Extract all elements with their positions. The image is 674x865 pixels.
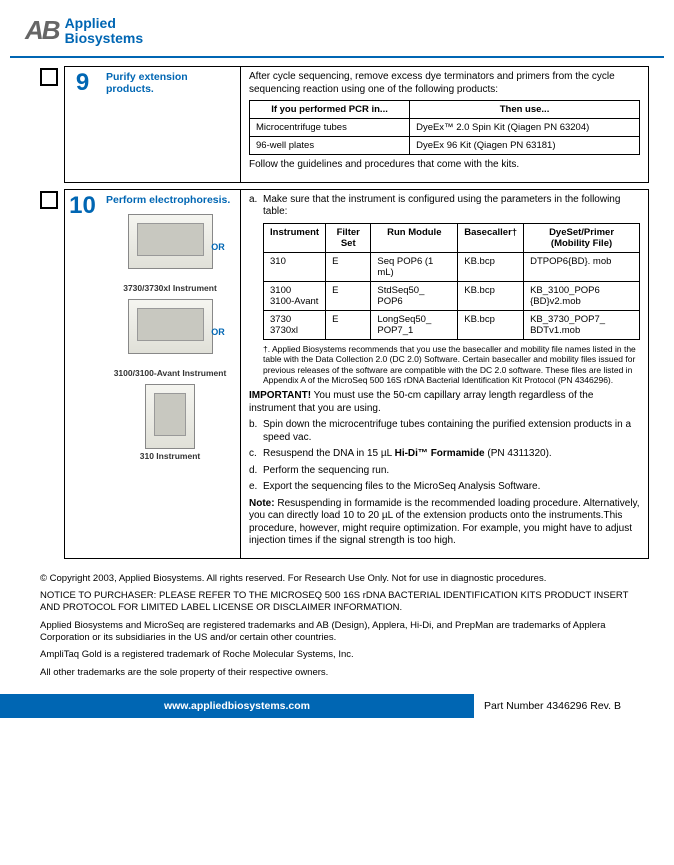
caption-3730: 3730/3730xl Instrument: [106, 283, 234, 293]
step-10-c: Resuspend the DNA in 15 µL Hi-Di™ Formam…: [263, 448, 552, 461]
step-10-d: Perform the sequencing run.: [263, 465, 389, 478]
td: 3100 3100-Avant: [264, 281, 326, 310]
step-9-number: 9: [64, 66, 100, 183]
caption-3100: 3100/3100-Avant Instrument: [106, 368, 234, 378]
step-9-table: If you performed PCR in... Then use... M…: [249, 100, 640, 155]
notice: NOTICE TO PURCHASER: PLEASE REFER TO THE…: [40, 590, 649, 615]
step-9-intro: After cycle sequencing, remove excess dy…: [249, 71, 640, 96]
th-dye: DyeSet/Primer (Mobility File): [524, 223, 640, 252]
logo: AB Applied Biosystems: [25, 15, 143, 46]
td: DyeEx™ 2.0 Spin Kit (Qiagen PN 63204): [410, 119, 640, 137]
td: Microcentrifuge tubes: [250, 119, 410, 137]
th-filter: Filter Set: [326, 223, 371, 252]
th-pcr: If you performed PCR in...: [250, 101, 410, 119]
important-note: IMPORTANT! You must use the 50-cm capill…: [249, 390, 640, 415]
step-9-outro: Follow the guidelines and procedures tha…: [249, 159, 640, 172]
step-9-checkbox[interactable]: [40, 68, 58, 86]
footer-url: www.appliedbiosystems.com: [0, 694, 474, 718]
step-10-body: a.Make sure that the instrument is confi…: [240, 189, 649, 559]
td: LongSeq50_ POP7_1: [371, 310, 458, 339]
step-10-a: Make sure that the instrument is configu…: [263, 194, 640, 219]
instrument-310-image: 310 Instrument: [106, 384, 234, 461]
step-10-checkbox[interactable]: [40, 191, 58, 209]
or-label: OR: [211, 327, 225, 337]
footer-part-number: Part Number 4346296 Rev. B: [474, 694, 674, 718]
divider: [10, 56, 664, 58]
td: E: [326, 252, 371, 281]
step-9-title: Purify extension products.: [100, 66, 240, 183]
step-10-title-text: Perform electrophoresis.: [106, 194, 230, 206]
td: Seq POP6 (1 mL): [371, 252, 458, 281]
td: KB.bcp: [458, 281, 524, 310]
td: KB_3100_POP6 {BD}v2.mob: [524, 281, 640, 310]
td: 96-well plates: [250, 137, 410, 155]
logo-mark: AB: [25, 15, 59, 46]
or-label: OR: [211, 242, 225, 252]
copyright: © Copyright 2003, Applied Biosystems. Al…: [40, 573, 649, 585]
legal-block: © Copyright 2003, Applied Biosystems. Al…: [0, 573, 674, 694]
td: StdSeq50_ POP6: [371, 281, 458, 310]
header: AB Applied Biosystems: [0, 0, 674, 56]
step-10-note: Note: Resuspending in formamide is the r…: [249, 498, 640, 548]
td: 3730 3730xl: [264, 310, 326, 339]
step-9-row: 9 Purify extension products. After cycle…: [40, 66, 649, 183]
dagger-note: †. Applied Biosystems recommends that yo…: [263, 344, 640, 387]
step-10-number: 10: [64, 189, 100, 559]
trademarks-3: All other trademarks are the sole proper…: [40, 667, 649, 679]
electrophoresis-table: Instrument Filter Set Run Module Basecal…: [263, 223, 640, 340]
instrument-3730-image: OR 3730/3730xl Instrument: [106, 214, 234, 293]
td: DyeEx 96 Kit (Qiagen PN 63181): [410, 137, 640, 155]
step-10-row: 10 Perform electrophoresis. OR 3730/3730…: [40, 189, 649, 559]
step-10-b: Spin down the microcentrifuge tubes cont…: [263, 419, 640, 444]
th-base: Basecaller†: [458, 223, 524, 252]
th-use: Then use...: [410, 101, 640, 119]
step-10-e: Export the sequencing files to the Micro…: [263, 481, 540, 494]
td: KB.bcp: [458, 310, 524, 339]
td: DTPOP6{BD}. mob: [524, 252, 640, 281]
trademarks-2: AmpliTaq Gold is a registered trademark …: [40, 649, 649, 661]
th-inst: Instrument: [264, 223, 326, 252]
trademarks-1: Applied Biosystems and MicroSeq are regi…: [40, 620, 649, 645]
th-run: Run Module: [371, 223, 458, 252]
step-9-body: After cycle sequencing, remove excess dy…: [240, 66, 649, 183]
footer: www.appliedbiosystems.com Part Number 43…: [0, 694, 674, 718]
td: 310: [264, 252, 326, 281]
logo-line2: Biosystems: [65, 31, 144, 46]
instrument-3100-image: OR 3100/3100-Avant Instrument: [106, 299, 234, 378]
td: KB_3730_POP7_ BDTv1.mob: [524, 310, 640, 339]
logo-line1: Applied: [65, 16, 144, 31]
td: KB.bcp: [458, 252, 524, 281]
td: E: [326, 310, 371, 339]
step-10-title: Perform electrophoresis. OR 3730/3730xl …: [100, 189, 240, 559]
td: E: [326, 281, 371, 310]
caption-310: 310 Instrument: [106, 451, 234, 461]
